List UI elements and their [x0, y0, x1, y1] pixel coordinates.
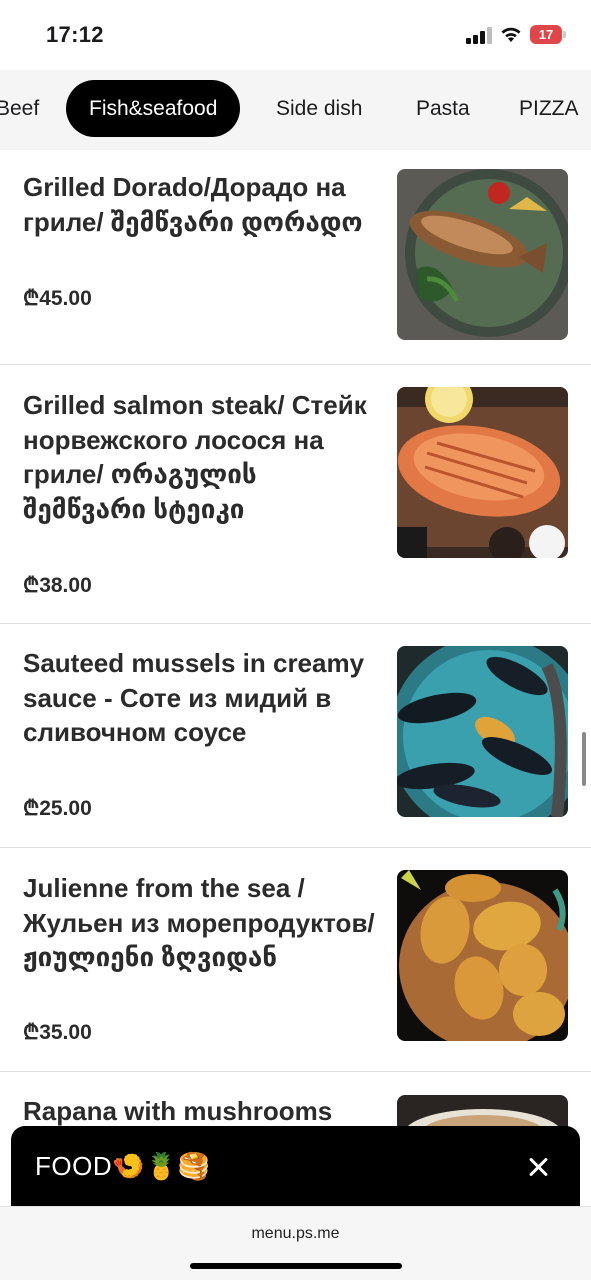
sheet-title: FOOD🍤🍍🥞	[35, 1151, 211, 1181]
item-name: Grilled salmon steak/ Стейк норвежского …	[23, 390, 367, 524]
tab-side-dish[interactable]: Side dish	[276, 80, 362, 137]
salmon-steak-photo	[397, 387, 568, 558]
status-bar: 17:12 17	[0, 0, 591, 70]
close-icon[interactable]	[525, 1154, 551, 1180]
menu-item[interactable]: Julienne from the sea / Жульен из морепр…	[0, 848, 591, 1072]
scrollbar-thumb[interactable]	[582, 732, 586, 786]
item-price: ₾35.00	[23, 1021, 92, 1044]
menu-item[interactable]: Grilled Dorado/Дорадо на гриле/ შემწვარი…	[0, 150, 591, 365]
wifi-icon	[501, 27, 521, 42]
battery-tip	[563, 31, 566, 38]
item-name: Rapana with mushrooms	[23, 1096, 333, 1126]
item-name: Sauteed mussels in creamy sauce - Соте и…	[23, 648, 365, 747]
battery-icon: 17	[530, 25, 562, 44]
signal-icon	[466, 27, 492, 44]
grilled-dorado-photo	[397, 169, 568, 340]
mussels-photo	[397, 646, 568, 817]
item-price: ₾25.00	[23, 797, 92, 820]
tab-beef[interactable]: Beef	[0, 80, 39, 137]
item-name: Grilled Dorado/Дорадо на гриле/ შემწვარი…	[23, 172, 363, 237]
status-time: 17:12	[46, 22, 104, 47]
address-url[interactable]: menu.ps.me	[0, 1225, 591, 1243]
browser-address-bar[interactable]: menu.ps.me	[0, 1206, 591, 1280]
tab-pizza[interactable]: PIZZA	[519, 80, 579, 137]
item-price: ₾38.00	[23, 574, 92, 597]
tab-fish-seafood[interactable]: Fish&seafood	[66, 80, 241, 137]
item-name: Julienne from the sea / Жульен из морепр…	[23, 873, 375, 972]
seafood-julienne-photo	[397, 870, 568, 1041]
menu-section-sheet[interactable]: FOOD🍤🍍🥞	[11, 1126, 580, 1206]
home-indicator[interactable]	[190, 1263, 402, 1269]
menu-item[interactable]: Grilled salmon steak/ Стейк норвежского …	[0, 365, 591, 624]
menu-item[interactable]: Sauteed mussels in creamy sauce - Соте и…	[0, 624, 591, 848]
tab-pasta[interactable]: Pasta	[416, 80, 470, 137]
category-tab-bar[interactable]: Beef Fish&seafood Side dish Pasta PIZZA	[0, 70, 591, 150]
item-price: ₾45.00	[23, 287, 92, 310]
